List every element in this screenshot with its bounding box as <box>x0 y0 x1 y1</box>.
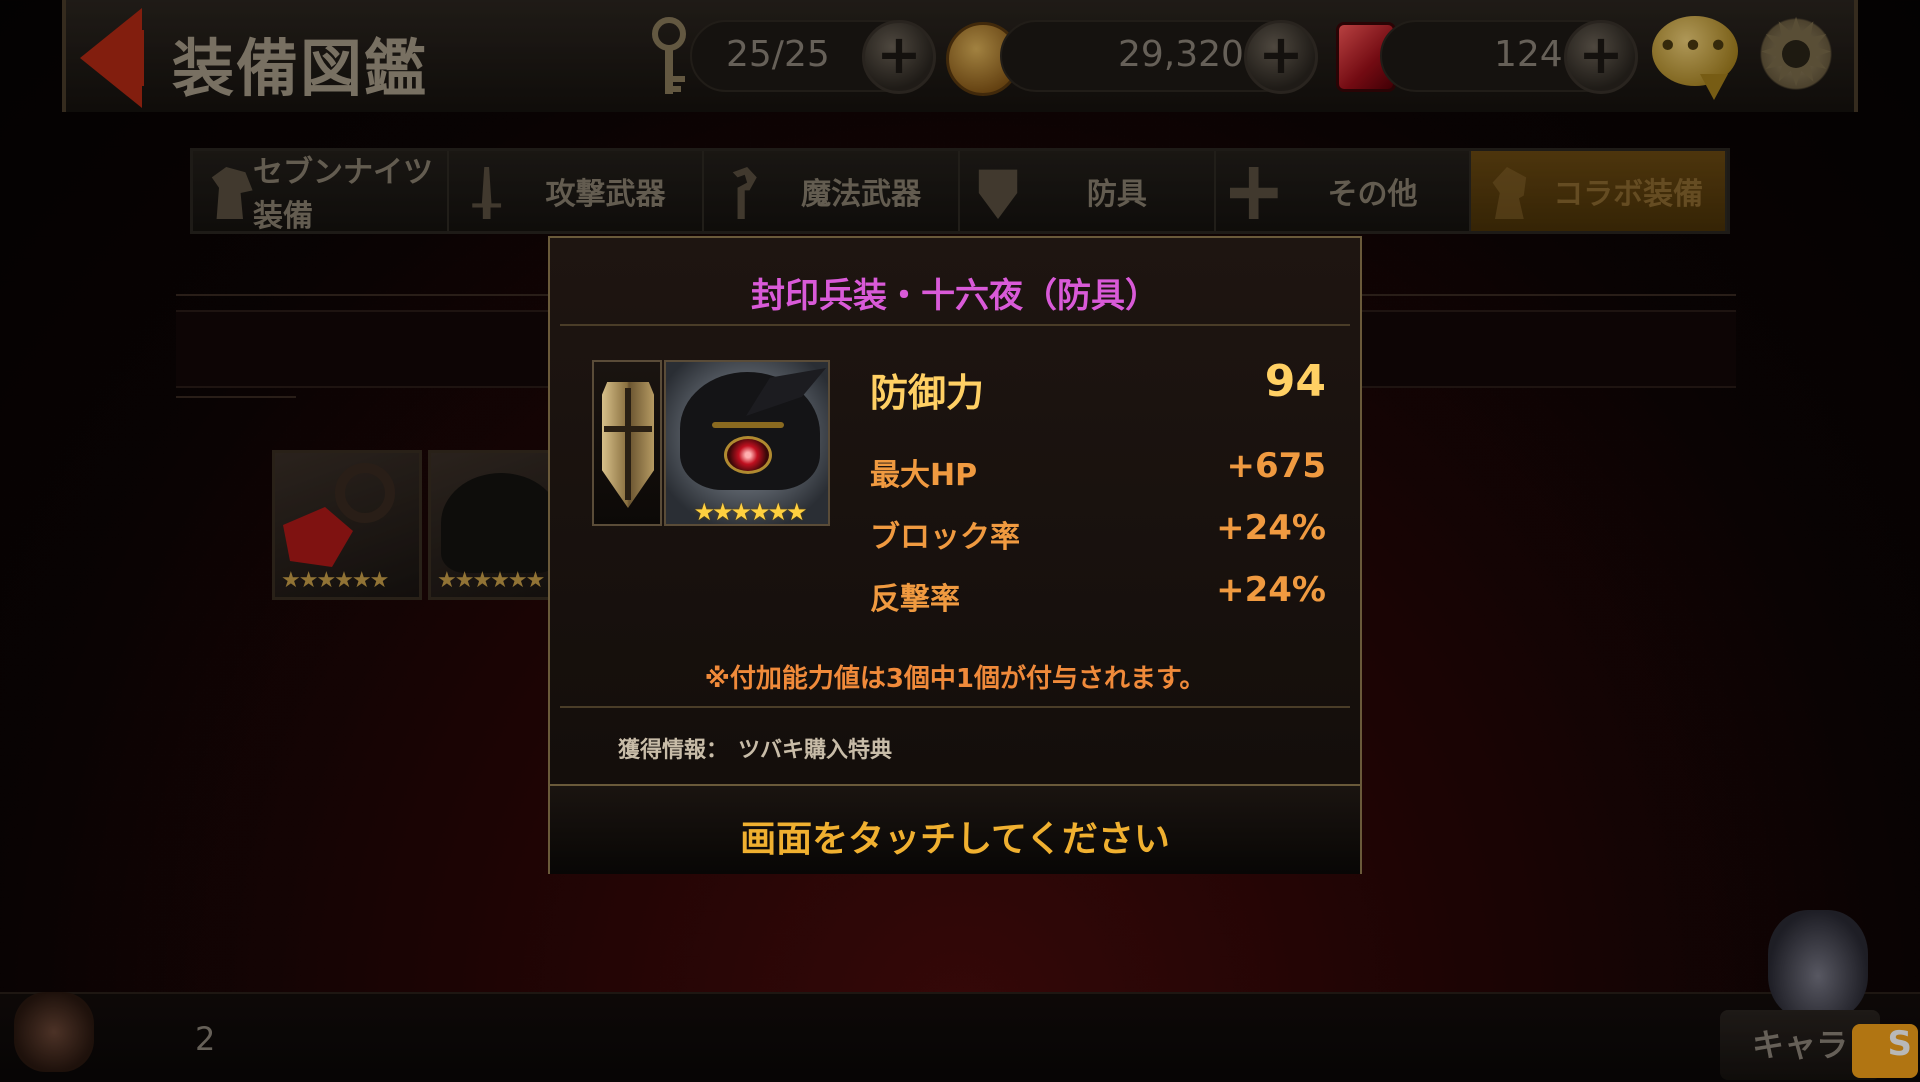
stat-label-block-rate: ブロック率 <box>870 520 1020 555</box>
stat-value-max-hp: +675 <box>1226 446 1326 486</box>
red-eye-icon <box>724 436 772 474</box>
rarity-stars: ★★★★★★ <box>693 498 807 526</box>
divider <box>560 324 1350 326</box>
divider <box>560 706 1350 708</box>
defense-value: 94 <box>1264 356 1326 407</box>
defense-label: 防御力 <box>870 371 985 415</box>
equipment-detail-modal[interactable]: 封印兵装・十六夜（防具） ★★★★★★ 防御力 94 最大HP +675 ブロッ… <box>548 236 1362 874</box>
stat-value-block-rate: +24% <box>1216 508 1326 548</box>
touch-prompt: 画面をタッチしてください <box>740 819 1170 860</box>
acquisition-label: 獲得情報： <box>618 738 729 763</box>
stat-label-max-hp: 最大HP <box>870 458 978 493</box>
stat-label-counter-rate: 反撃率 <box>870 582 960 617</box>
acquisition-value: ツバキ購入特典 <box>738 738 893 763</box>
modal-title: 封印兵装・十六夜（防具） <box>751 276 1159 316</box>
armor-slot-frame <box>592 360 662 526</box>
touch-to-close-bar[interactable]: 画面をタッチしてください <box>550 784 1360 874</box>
stat-value-counter-rate: +24% <box>1216 570 1326 610</box>
bonus-stat-note: ※付加能力値は3個中1個が付与されます。 <box>704 664 1206 694</box>
equipment-image: ★★★★★★ <box>664 360 830 526</box>
